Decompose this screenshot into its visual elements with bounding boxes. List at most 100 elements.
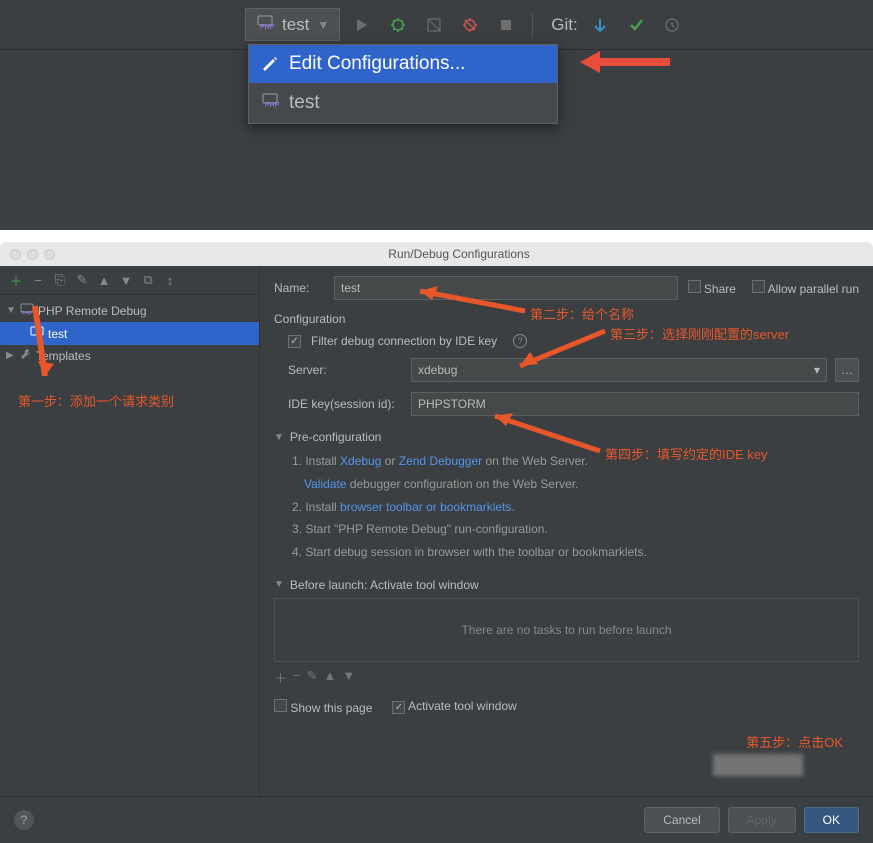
name-input[interactable]	[334, 276, 678, 300]
browser-toolbar-link[interactable]: browser toolbar or bookmarklets	[340, 500, 511, 514]
apply-button[interactable]: Apply	[728, 807, 796, 833]
dialog-titlebar: Run/Debug Configurations	[0, 242, 873, 266]
settings-button[interactable]: ✎	[72, 270, 92, 290]
chevron-down-icon: ▼	[317, 18, 329, 32]
git-commit-button[interactable]	[622, 11, 650, 39]
remove-task-button[interactable]: −	[293, 668, 301, 687]
help-button[interactable]: ?	[14, 810, 34, 830]
blurred-region	[713, 754, 803, 776]
activate-window-checkbox[interactable]	[392, 701, 405, 714]
ide-toolbar-area: PHP test ▼ Git: Edit Configurations... P…	[0, 0, 873, 230]
before-launch-label: Before launch: Activate tool window	[290, 578, 479, 592]
server-browse-button[interactable]: …	[835, 358, 859, 382]
chevron-down-icon: ▾	[814, 363, 820, 377]
tree-node-templates[interactable]: ▶ Templates	[0, 345, 259, 366]
add-config-button[interactable]: ＋	[6, 270, 26, 290]
share-checkbox-row[interactable]: Share	[688, 280, 736, 296]
folder-button[interactable]: ⧉	[138, 270, 158, 290]
run-config-selector[interactable]: PHP test ▼	[245, 8, 340, 41]
server-select[interactable]: xdebug ▾	[411, 358, 827, 382]
run-button[interactable]	[348, 11, 376, 39]
move-up-button[interactable]: ▲	[94, 270, 114, 290]
ide-key-input[interactable]	[411, 392, 859, 416]
allow-parallel-checkbox[interactable]	[752, 280, 765, 293]
preconfig-text: 1. Install	[292, 454, 340, 468]
ide-key-label: IDE key(session id):	[288, 397, 403, 411]
add-task-button[interactable]: ＋	[274, 668, 287, 687]
validate-link[interactable]: Validate	[304, 477, 346, 491]
show-page-row[interactable]: Show this page	[274, 699, 372, 715]
close-window-button[interactable]	[10, 249, 21, 260]
copy-config-button[interactable]: ⎘	[50, 270, 70, 290]
stop-debug-button[interactable]	[456, 11, 484, 39]
php-icon	[30, 325, 44, 342]
tree-node-label: Templates	[36, 349, 91, 363]
edit-task-button[interactable]: ✎	[307, 668, 318, 687]
share-checkbox[interactable]	[688, 280, 701, 293]
remove-config-button[interactable]: −	[28, 270, 48, 290]
svg-text:PHP: PHP	[265, 102, 279, 109]
preconfig-header[interactable]: ▼ Pre-configuration	[274, 430, 859, 444]
edit-configurations-item[interactable]: Edit Configurations...	[249, 45, 557, 83]
config-item-test[interactable]: PHP test	[249, 83, 557, 123]
preconfig-text: or	[381, 454, 398, 468]
git-history-button[interactable]	[658, 11, 686, 39]
preconfig-text: 2. Install	[292, 500, 340, 514]
show-page-checkbox[interactable]	[274, 699, 287, 712]
preconfig-text: debugger configuration on the Web Server…	[346, 477, 578, 491]
php-icon: PHP	[256, 13, 274, 36]
tree-node-php-remote-debug[interactable]: ▼ PHP PHP Remote Debug	[0, 299, 259, 322]
svg-text:PHP: PHP	[22, 311, 33, 316]
sidebar-toolbar: ＋ − ⎘ ✎ ▲ ▼ ⧉ ↕	[0, 266, 259, 295]
dialog-title: Run/Debug Configurations	[55, 247, 863, 261]
annotation-arrow-icon	[580, 48, 670, 81]
before-launch-toolbar: ＋ − ✎ ▲ ▼	[274, 662, 859, 693]
move-down-button[interactable]: ▼	[116, 270, 136, 290]
debug-button[interactable]	[384, 11, 412, 39]
toolbar-divider	[532, 13, 533, 37]
config-main-panel: Name: Share Allow parallel run Configura…	[260, 266, 873, 796]
ok-button[interactable]: OK	[804, 807, 859, 833]
minimize-window-button[interactable]	[27, 249, 38, 260]
allow-parallel-row[interactable]: Allow parallel run	[752, 280, 859, 296]
zoom-window-button[interactable]	[44, 249, 55, 260]
show-page-label: Show this page	[290, 701, 372, 715]
server-label: Server:	[288, 363, 403, 377]
run-debug-dialog: Run/Debug Configurations ＋ − ⎘ ✎ ▲ ▼ ⧉ ↕…	[0, 242, 873, 843]
expand-button[interactable]: ↕	[160, 270, 180, 290]
move-task-down-button[interactable]: ▼	[342, 668, 355, 687]
chevron-down-icon: ▼	[274, 579, 284, 590]
filter-ide-key-checkbox[interactable]	[288, 335, 301, 348]
run-config-name: test	[282, 15, 309, 35]
before-launch-box: There are no tasks to run before launch	[274, 598, 859, 662]
stop-button[interactable]	[492, 11, 520, 39]
chevron-right-icon: ▶	[6, 350, 16, 361]
help-icon[interactable]: ?	[513, 334, 527, 348]
svg-text:PHP: PHP	[260, 24, 274, 31]
share-label: Share	[704, 282, 736, 296]
tree-node-test[interactable]: test	[0, 322, 259, 345]
run-config-dropdown: Edit Configurations... PHP test	[248, 44, 558, 124]
move-task-up-button[interactable]: ▲	[324, 668, 337, 687]
xdebug-link[interactable]: Xdebug	[340, 454, 381, 468]
tree-node-label: test	[48, 327, 67, 341]
php-icon: PHP	[261, 91, 279, 115]
window-controls	[10, 249, 55, 260]
server-value: xdebug	[418, 363, 457, 377]
git-update-button[interactable]	[586, 11, 614, 39]
tree-node-label: PHP Remote Debug	[38, 304, 147, 318]
allow-parallel-label: Allow parallel run	[768, 282, 859, 296]
before-launch-header[interactable]: ▼ Before launch: Activate tool window	[274, 578, 859, 592]
coverage-button[interactable]	[420, 11, 448, 39]
php-icon: PHP	[20, 302, 34, 319]
config-tree: ▼ PHP PHP Remote Debug test ▶ Templates	[0, 295, 259, 370]
preconfig-text: 4. Start debug session in browser with t…	[292, 541, 859, 564]
git-label: Git:	[551, 15, 577, 35]
activate-window-row[interactable]: Activate tool window	[392, 699, 516, 714]
cancel-button[interactable]: Cancel	[644, 807, 719, 833]
preconfig-label: Pre-configuration	[290, 430, 381, 444]
pencil-icon	[261, 55, 279, 73]
zend-debugger-link[interactable]: Zend Debugger	[399, 454, 482, 468]
configuration-section-label: Configuration	[274, 312, 859, 326]
config-sidebar: ＋ − ⎘ ✎ ▲ ▼ ⧉ ↕ ▼ PHP PHP Remote Debug t…	[0, 266, 260, 796]
